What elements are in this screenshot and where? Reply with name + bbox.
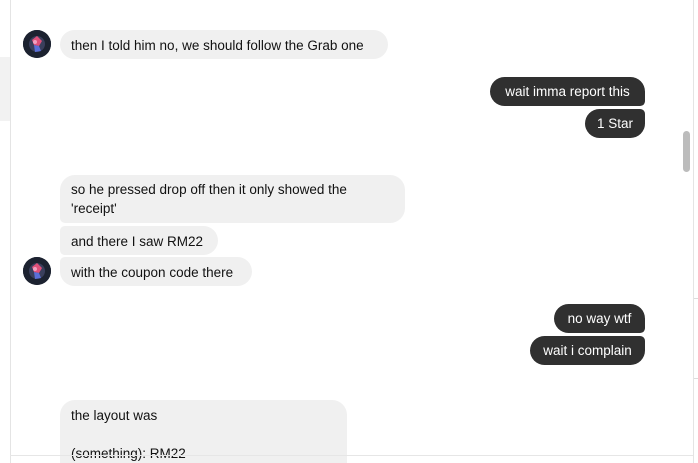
chat-scrollbar[interactable] <box>683 131 690 172</box>
incoming-message[interactable]: so he pressed drop off then it only show… <box>60 175 405 223</box>
details-panel-edge <box>693 0 698 463</box>
incoming-message[interactable]: and there I saw RM22 <box>60 226 218 255</box>
incoming-message[interactable]: then I told him no, we should follow the… <box>60 30 388 59</box>
incoming-message[interactable]: the layout was (something): RM22 <box>60 400 347 463</box>
contact-avatar[interactable] <box>23 30 51 58</box>
avatar-image <box>23 257 51 285</box>
outgoing-message[interactable]: wait imma report this <box>490 77 645 106</box>
composer-divider <box>10 455 693 456</box>
chat-window: then I told him no, we should follow the… <box>0 0 698 463</box>
incoming-message[interactable]: with the coupon code there <box>60 257 252 286</box>
outgoing-message[interactable]: no way wtf <box>554 304 645 333</box>
sidebar-selected-item[interactable] <box>0 57 10 121</box>
avatar-image <box>23 30 51 58</box>
contact-avatar[interactable] <box>23 257 51 285</box>
outgoing-message[interactable]: wait i complain <box>530 336 645 365</box>
sidebar-edge <box>0 0 11 463</box>
outgoing-message[interactable]: 1 Star <box>585 109 645 138</box>
